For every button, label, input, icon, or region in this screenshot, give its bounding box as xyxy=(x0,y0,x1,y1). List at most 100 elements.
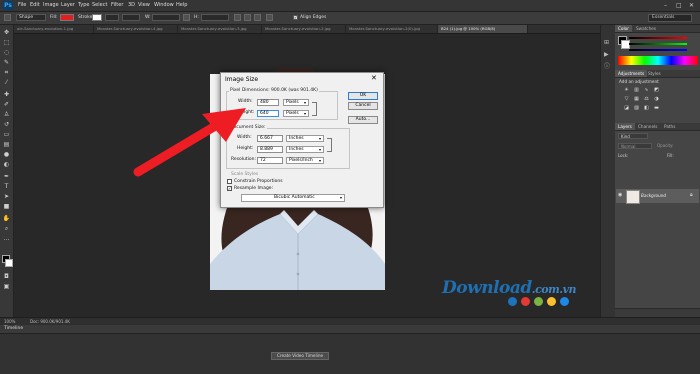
menu-3d[interactable]: 3D xyxy=(128,1,135,10)
document-tab[interactable]: Monster-Sanctuary-evolution-2.jpg xyxy=(262,25,346,33)
resample-method-select[interactable]: Bicubic Automatic ▾ xyxy=(241,194,345,202)
color-swatches[interactable] xyxy=(2,255,13,267)
width-field[interactable] xyxy=(152,14,180,21)
eye-icon[interactable]: ◉ xyxy=(618,192,622,198)
doc-height-input[interactable]: 8.889 xyxy=(257,146,283,153)
maximize-icon[interactable]: □ xyxy=(676,1,682,10)
path-arrangement-icon[interactable] xyxy=(254,14,261,21)
quick-select-tool-icon[interactable]: ✎ xyxy=(2,59,11,67)
link-icon[interactable] xyxy=(183,14,190,21)
close-window-icon[interactable]: ✕ xyxy=(689,1,694,10)
menu-help[interactable]: Help xyxy=(176,1,187,10)
stroke-color-swatch[interactable] xyxy=(92,14,102,21)
color-spectrum[interactable] xyxy=(618,56,698,65)
menu-select[interactable]: Select xyxy=(92,1,107,10)
timeline-title[interactable]: Timeline xyxy=(4,326,23,332)
brightness-icon[interactable]: ☀ xyxy=(623,87,630,93)
menu-edit[interactable]: Edit xyxy=(30,1,40,10)
zoom-tool-icon[interactable]: ⌕ xyxy=(2,225,11,233)
threshold-icon[interactable]: ◧ xyxy=(643,105,650,111)
more-tools-icon[interactable]: … xyxy=(2,235,11,243)
exposure-icon[interactable]: ◩ xyxy=(653,87,660,93)
layer-row[interactable]: ◉ Background 🔒︎ xyxy=(616,189,699,204)
pixel-height-input[interactable]: 640 xyxy=(257,110,279,117)
align-edges-checkbox[interactable]: ✓ xyxy=(293,15,298,20)
history-panel-icon[interactable]: ⊞ xyxy=(604,39,612,47)
blur-tool-icon[interactable]: ● xyxy=(2,151,11,159)
stroke-width-field[interactable] xyxy=(105,14,119,21)
shape-tool-icon[interactable]: ■ xyxy=(2,203,11,211)
history-brush-tool-icon[interactable]: ↺ xyxy=(2,121,11,129)
pixel-width-unit-select[interactable]: Pixels ▾ xyxy=(283,99,309,106)
dodge-tool-icon[interactable]: ◐ xyxy=(2,161,11,169)
shape-mode-select[interactable]: Shape xyxy=(16,14,46,21)
vibrance-icon[interactable]: ▽ xyxy=(623,96,630,102)
tab-channels[interactable]: Channels xyxy=(635,123,660,130)
layer-filter-select[interactable]: Kind xyxy=(618,133,648,139)
menu-type[interactable]: Type xyxy=(78,1,89,10)
clone-stamp-tool-icon[interactable]: ♙ xyxy=(2,111,11,119)
eraser-tool-icon[interactable]: ▭ xyxy=(2,131,11,139)
gear-icon[interactable] xyxy=(266,14,273,21)
minimize-icon[interactable]: – xyxy=(664,1,667,10)
path-selection-tool-icon[interactable]: ➤ xyxy=(2,193,11,201)
workspace-select[interactable]: Essentials xyxy=(648,14,692,22)
document-tab[interactable]: Monster-Sanctuary-evolution-4.jpg xyxy=(94,25,178,33)
crop-tool-icon[interactable]: ⌗ xyxy=(2,69,11,77)
create-video-timeline-button[interactable]: Create Video Timeline xyxy=(271,352,329,360)
invert-icon[interactable]: ◪ xyxy=(623,105,630,111)
green-slider[interactable] xyxy=(629,43,687,45)
path-alignment-icon[interactable] xyxy=(244,14,251,21)
posterize-icon[interactable]: ▨ xyxy=(633,105,640,111)
menu-filter[interactable]: Filter xyxy=(111,1,123,10)
brush-tool-icon[interactable]: ✐ xyxy=(2,101,11,109)
blend-mode-select[interactable]: Normal xyxy=(618,143,652,149)
lasso-tool-icon[interactable]: ◌ xyxy=(2,49,11,57)
tool-preset-icon[interactable] xyxy=(4,14,11,21)
pen-tool-icon[interactable]: ✒ xyxy=(2,173,11,181)
hand-tool-icon[interactable]: ✋ xyxy=(2,215,11,223)
document-tab-active[interactable]: B24 (1).jpg @ 100% (RGB/8) xyxy=(438,25,528,33)
color-balance-icon[interactable]: ⚖ xyxy=(643,96,650,102)
gradient-map-icon[interactable]: ▬ xyxy=(653,105,660,111)
eyedropper-tool-icon[interactable]: ⁄ xyxy=(2,79,11,87)
resample-image-checkbox[interactable]: ✓ xyxy=(227,186,232,191)
properties-panel-icon[interactable]: ⓘ xyxy=(604,63,612,71)
move-tool-icon[interactable]: ✥ xyxy=(2,29,11,37)
close-icon[interactable]: ✕ xyxy=(371,74,377,83)
red-slider[interactable] xyxy=(629,37,687,39)
cancel-button[interactable]: Cancel xyxy=(348,102,378,110)
auto-button[interactable]: Auto... xyxy=(348,116,378,124)
height-field[interactable] xyxy=(201,14,229,21)
fill-color-swatch[interactable] xyxy=(60,14,74,21)
tab-layers[interactable]: Layers xyxy=(615,123,635,130)
pixel-width-input[interactable]: 480 xyxy=(257,99,279,106)
black-white-icon[interactable]: ◑ xyxy=(653,96,660,102)
levels-icon[interactable]: ▥ xyxy=(633,87,640,93)
tab-paths[interactable]: Paths xyxy=(661,123,678,130)
menu-layer[interactable]: Layer xyxy=(61,1,75,10)
screen-mode-icon[interactable]: ▣ xyxy=(2,283,11,291)
actions-panel-icon[interactable]: ▶ xyxy=(604,51,612,59)
tab-styles[interactable]: Styles xyxy=(645,70,664,77)
type-tool-icon[interactable]: T xyxy=(2,183,11,191)
healing-brush-tool-icon[interactable]: ✚ xyxy=(2,91,11,99)
curves-icon[interactable]: ∿ xyxy=(643,87,650,93)
path-operations-icon[interactable] xyxy=(234,14,241,21)
marquee-tool-icon[interactable]: ⬚ xyxy=(2,39,11,47)
hue-saturation-icon[interactable]: ▦ xyxy=(633,96,640,102)
doc-width-unit-select[interactable]: Inches ▾ xyxy=(286,135,324,142)
tab-color[interactable]: Color xyxy=(615,25,632,32)
menu-window[interactable]: Window xyxy=(154,1,174,10)
menu-file[interactable]: File xyxy=(18,1,26,10)
tab-adjustments[interactable]: Adjustments xyxy=(615,70,648,77)
tab-swatches[interactable]: Swatches xyxy=(633,25,659,32)
menu-view[interactable]: View xyxy=(138,1,150,10)
blue-slider[interactable] xyxy=(629,49,687,51)
resolution-unit-select[interactable]: Pixels/Inch ▾ xyxy=(286,157,324,164)
stroke-type-select[interactable] xyxy=(122,14,140,21)
gradient-tool-icon[interactable]: ▤ xyxy=(2,141,11,149)
quick-mask-icon[interactable]: ◘ xyxy=(2,273,11,281)
document-tab[interactable]: Monster-Sanctuary-evolution-3.jpg xyxy=(178,25,262,33)
ok-button[interactable]: OK xyxy=(348,92,378,100)
